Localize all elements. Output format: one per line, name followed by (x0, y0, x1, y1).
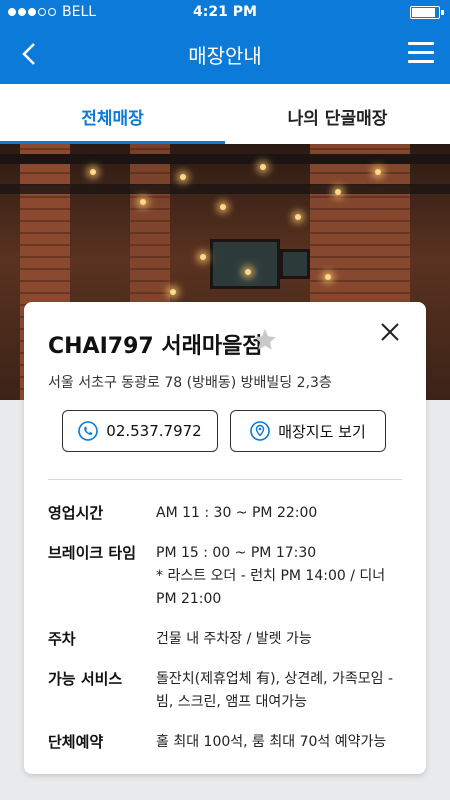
group-reservation-value: 홀 최대 100석, 룸 최대 70석 예약가능 (156, 731, 386, 754)
info-row-services: 가능 서비스 돌잔치(제휴업체 有), 상견례, 가족모임 - 빔, 스크린, … (48, 668, 408, 714)
battery-icon (410, 6, 444, 19)
info-row-break-time: 브레이크 타임 PM 15 : 00 ~ PM 17:30 * 라스트 오더 -… (48, 542, 408, 611)
divider (48, 479, 402, 480)
view-map-button[interactable]: 매장지도 보기 (230, 410, 386, 452)
phone-number: 02.537.7972 (106, 422, 202, 440)
store-name: CHAI797 서래마을점 (48, 334, 263, 359)
store-info-card: CHAI797 서래마을점 서울 서초구 동광로 78 (방배동) 방배빌딩 2… (24, 302, 426, 774)
last-order-line: * 라스트 오더 - 런치 PM 14:00 / 디너 (156, 568, 386, 584)
break-time-line: PM 15 : 00 ~ PM 17:30 (156, 545, 317, 561)
group-reservation-line: 홀 최대 100석, 룸 최대 70석 예약가능 (156, 734, 387, 750)
star-icon[interactable] (252, 327, 278, 353)
view-map-label: 매장지도 보기 (278, 422, 366, 441)
parking-line: 건물 내 주차장 / 발렛 가능 (156, 631, 312, 647)
hours-label: 영업시간 (48, 504, 104, 522)
status-bar: BELL 4:21 PM (0, 0, 450, 24)
parking-value: 건물 내 주차장 / 발렛 가능 (156, 628, 312, 651)
close-icon[interactable] (378, 320, 402, 344)
services-line: 돌잔치(제휴업체 有), 상견례, 가족모임 - (156, 671, 393, 687)
break-time-label: 브레이크 타임 (48, 544, 137, 562)
hours-line: AM 11 : 30 ~ PM 22:00 (156, 505, 318, 521)
services-value: 돌잔치(제휴업체 有), 상견례, 가족모임 - 빔, 스크린, 앰프 대여가능 (156, 668, 393, 714)
tab-favorite-stores[interactable]: 나의 단골매장 (225, 84, 450, 144)
services-label: 가능 서비스 (48, 670, 123, 688)
location-pin-icon (250, 421, 271, 441)
call-button[interactable]: 02.537.7972 (62, 410, 218, 452)
store-address: 서울 서초구 동광로 78 (방배동) 방배빌딩 2,3층 (48, 375, 332, 391)
parking-label: 주차 (48, 630, 76, 648)
group-reservation-label: 단체예약 (48, 733, 104, 751)
hamburger-menu-icon[interactable] (408, 42, 434, 64)
status-time: 4:21 PM (193, 4, 257, 20)
store-tabs: 전체매장 나의 단골매장 (0, 84, 450, 144)
tab-all-stores[interactable]: 전체매장 (0, 84, 225, 144)
nav-bar: 매장안내 (0, 24, 450, 84)
info-row-group-reservation: 단체예약 홀 최대 100석, 룸 최대 70석 예약가능 (48, 731, 408, 754)
page-title: 매장안내 (188, 44, 262, 68)
phone-icon (78, 421, 99, 441)
info-row-parking: 주차 건물 내 주차장 / 발렛 가능 (48, 628, 408, 651)
hours-value: AM 11 : 30 ~ PM 22:00 (156, 502, 317, 525)
services-line: 빔, 스크린, 앰프 대여가능 (156, 694, 308, 710)
store-details: 영업시간 AM 11 : 30 ~ PM 22:00 브레이크 타임 PM 15… (48, 502, 408, 771)
info-row-hours: 영업시간 AM 11 : 30 ~ PM 22:00 (48, 502, 408, 525)
break-time-value: PM 15 : 00 ~ PM 17:30 * 라스트 오더 - 런치 PM 1… (156, 542, 385, 611)
last-order-line: PM 21:00 (156, 591, 222, 607)
